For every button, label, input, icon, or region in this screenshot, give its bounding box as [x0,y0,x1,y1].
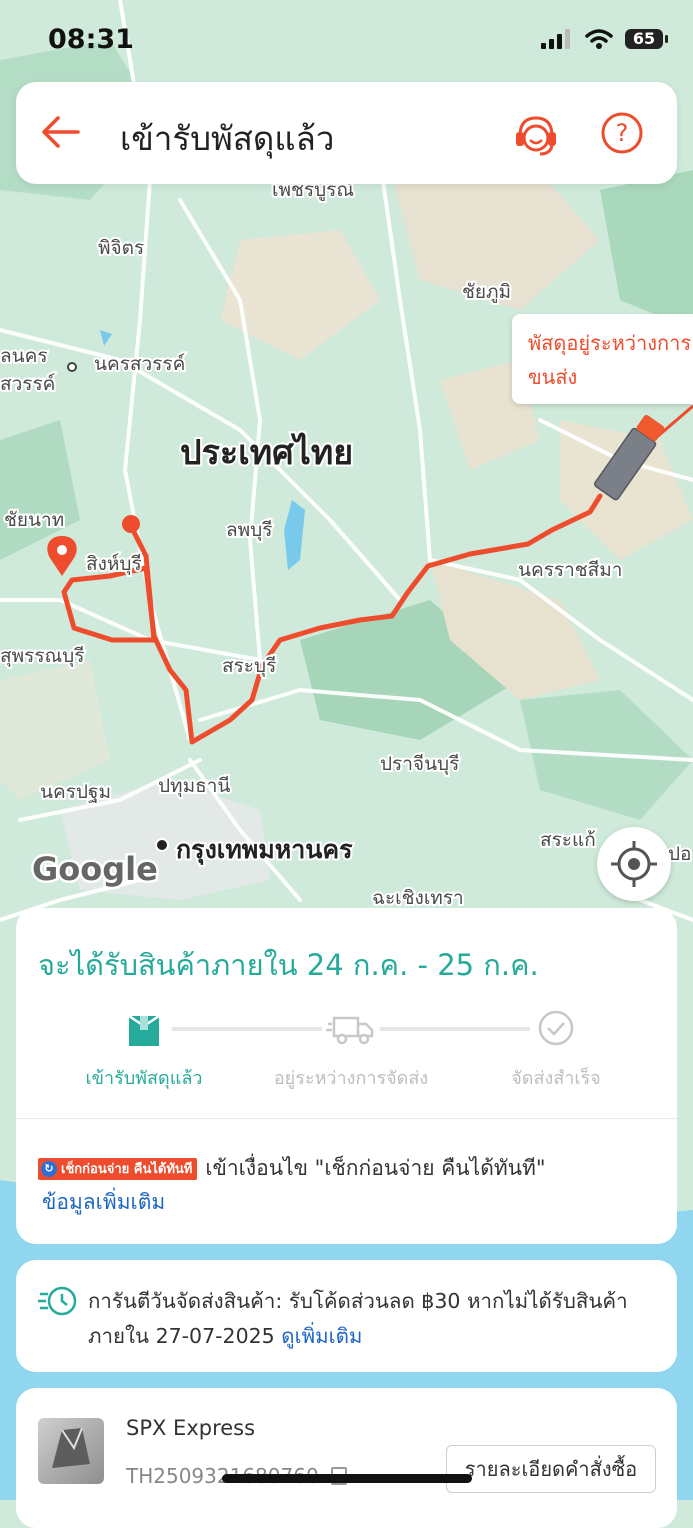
map-label-capital: กรุงเทพมหานคร [176,835,353,866]
product-thumbnail[interactable] [38,1418,104,1484]
more-info-link[interactable]: ข้อมูลเพิ่มเติม [42,1186,165,1219]
truck-icon [326,1016,374,1045]
status-bubble: พัสดุอยู่ระหว่างการ ขนส่ง [512,314,693,404]
home-indicator [222,1474,472,1483]
delivery-status-card: จะได้รับสินค้าภายใน 24 ก.ค. - 25 ก.ค. เข… [16,908,677,1244]
back-arrow-icon[interactable] [38,110,82,154]
map-label: พิจิตร [98,237,144,259]
guarantee-text-block: การันตีวันจัดส่งสินค้า: รับโค้ดส่วนลด ฿3… [88,1284,663,1354]
battery-icon: 65 [625,29,668,49]
map-label: สิงห์บุรี [86,553,142,576]
progress-line [172,1027,322,1031]
status-time: 08:31 [48,24,134,55]
check-circle-icon [538,1010,574,1046]
shipment-card: SPX Express TH2509321680760 รายละเอียดคำ… [16,1388,677,1528]
map-label: สระบุรี [222,655,276,678]
carrier-name: SPX Express [126,1416,256,1440]
status-bubble-text: พัสดุอยู่ระหว่างการ ขนส่ง [528,331,692,389]
step-label-in-transit: อยู่ระหว่างการจัดส่ง [273,1068,429,1089]
package-icon [128,1014,160,1046]
map-label: ลพบุรี [226,519,272,542]
origin-marker [122,515,140,533]
map-label: สวรรค์ [0,373,55,395]
crosshair-icon [611,841,657,887]
map-label: ชัยภูมิ [462,281,511,303]
map-label: ปอ [668,843,691,865]
customer-support-icon[interactable] [512,110,560,158]
check-before-pay-text: เข้าเงื่อนไข "เช็กก่อนจ่าย คืนได้ทันที" [205,1156,546,1180]
eta-text: จะได้รับสินค้าภายใน 24 ก.ค. - 25 ก.ค. [38,948,539,982]
delivery-guarantee-card[interactable]: การันตีวันจัดส่งสินค้า: รับโค้ดส่วนลด ฿3… [16,1260,677,1372]
map-label: ปทุมธานี [158,775,230,798]
page-title: เข้ารับพัสดุแล้ว [120,119,335,158]
step-label-picked-up: เข้ารับพัสดุแล้ว [85,1068,203,1089]
refresh-icon: ↻ [41,1160,57,1177]
step-label-delivered: จัดส่งสำเร็จ [511,1068,601,1089]
map-label: สุพรรณบุรี [0,645,84,668]
map-label: ลนคร [0,345,48,367]
check-before-pay-badge: ↻ เช็กก่อนจ่าย คืนได้ทันที [38,1157,198,1180]
google-logo: Google [32,850,158,888]
progress-line [380,1027,530,1031]
map-label: ฉะเชิงเทรา [372,887,464,909]
wifi-icon [585,29,613,49]
map-label: สระแก้ [540,829,596,851]
status-bar: 08:31 65 [0,0,693,80]
help-icon[interactable]: ? [599,110,645,156]
map-label: นครสวรรค์ [94,353,185,375]
header-bar: เข้ารับพัสดุแล้ว ? [16,82,677,184]
fast-clock-icon [38,1286,77,1316]
map-label-country: ประเทศไทย [180,432,353,473]
svg-text:?: ? [616,119,629,147]
map-label: ปราจีนบุรี [380,753,459,776]
cod-row: ↻ เช็กก่อนจ่าย คืนได้ทันที เข้าเงื่อนไข … [38,1152,546,1185]
locate-button[interactable] [597,827,671,901]
guarantee-more-link[interactable]: ดูเพิ่มเติม [281,1324,362,1348]
map-label: นครราชสีมา [518,559,622,581]
check-before-pay-badge-text: เช็กก่อนจ่าย คืนได้ทันที [61,1162,193,1177]
map-label: ชัยนาท [4,509,64,531]
signal-icon [541,29,570,49]
order-details-button[interactable]: รายละเอียดคำสั่งซื้อ [446,1445,656,1493]
map-label: นครปฐม [40,781,111,803]
status-icons: 65 [541,28,668,50]
divider [16,1118,677,1119]
